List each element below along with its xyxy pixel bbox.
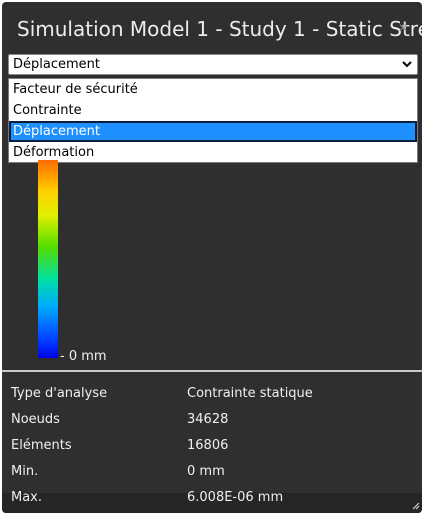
info-label: Noeuds — [11, 412, 60, 427]
chevron-down-icon — [402, 61, 412, 68]
info-row-elements: Eléments 16806 — [2, 433, 422, 459]
info-label: Max. — [11, 490, 43, 505]
option-facteur-de-securite[interactable]: Facteur de sécurité — [9, 79, 417, 100]
info-value: 6.008E-06 mm — [187, 490, 284, 505]
info-value: 0 mm — [187, 464, 225, 479]
option-contrainte[interactable]: Contrainte — [9, 100, 417, 121]
option-deformation[interactable]: Déformation — [9, 142, 417, 163]
analysis-info-table: Type d'analyse Contrainte statique Noeud… — [2, 374, 422, 513]
info-value: Contrainte statique — [187, 386, 313, 401]
info-row-max: Max. 6.008E-06 mm — [2, 485, 422, 511]
info-row-nodes: Noeuds 34628 — [2, 407, 422, 433]
info-row-min: Min. 0 mm — [2, 459, 422, 485]
info-row-analysis-type: Type d'analyse Contrainte statique — [2, 381, 422, 407]
close-icon[interactable]: ✕ — [398, 22, 408, 34]
result-type-select[interactable]: Déplacement — [8, 54, 418, 75]
option-deplacement[interactable]: Déplacement — [9, 121, 417, 142]
result-type-select-value: Déplacement — [13, 57, 100, 72]
info-value: 16806 — [187, 438, 229, 453]
result-type-dropdown-list: Facteur de sécurité Contrainte Déplaceme… — [8, 78, 418, 163]
info-label: Eléments — [11, 438, 72, 453]
resize-grip-icon[interactable] — [410, 500, 420, 510]
window-title: Simulation Model 1 - Study 1 - Static St… — [17, 17, 422, 41]
divider — [2, 370, 422, 372]
legend-min-label: - 0 mm — [60, 349, 107, 364]
info-value: 34628 — [187, 412, 229, 427]
info-label: Type d'analyse — [11, 386, 108, 401]
results-panel: Simulation Model 1 - Study 1 - Static St… — [2, 2, 422, 513]
info-label: Min. — [11, 464, 39, 479]
color-legend-bar — [38, 160, 58, 358]
